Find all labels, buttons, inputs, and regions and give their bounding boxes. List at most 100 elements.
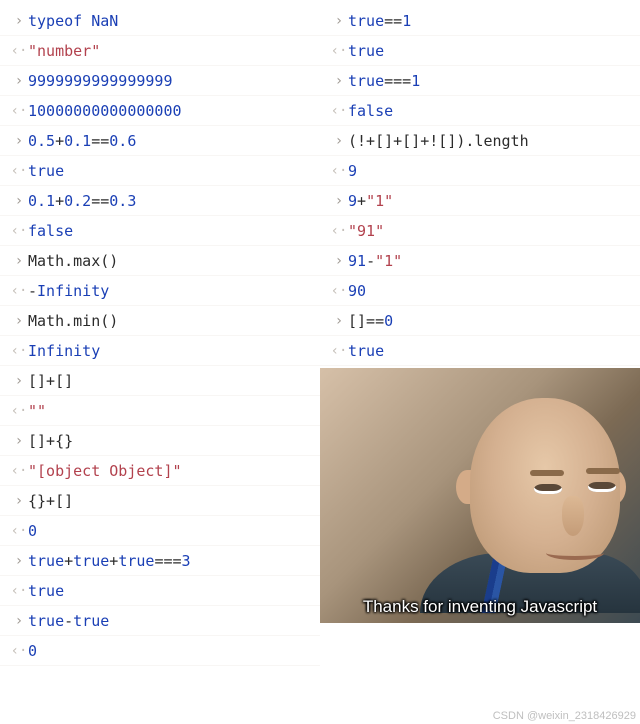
code-text: 9 [348,162,634,180]
chevron-right-icon: › [330,13,348,29]
console-input-row: ›[]==0 [320,306,640,336]
console-input-row: ›91-"1" [320,246,640,276]
chevron-left-icon: ‹· [330,343,348,359]
chevron-left-icon: ‹· [10,343,28,359]
chevron-left-icon: ‹· [10,283,28,299]
console-input-row: ›true===1 [320,66,640,96]
chevron-left-icon: ‹· [10,223,28,239]
code-text: true===1 [348,72,634,90]
console-output-row: ‹·"number" [0,36,320,66]
code-text: 10000000000000000 [28,102,314,120]
console-input-row: ›0.5+0.1==0.6 [0,126,320,156]
chevron-right-icon: › [330,253,348,269]
chevron-left-icon: ‹· [330,163,348,179]
chevron-left-icon: ‹· [10,403,28,419]
code-text: false [28,222,314,240]
console-output-row: ‹·10000000000000000 [0,96,320,126]
console-output-row: ‹·true [0,156,320,186]
code-text: []==0 [348,312,634,330]
code-text: Infinity [28,342,314,360]
console-left: ›typeof NaN‹·"number"›9999999999999999‹·… [0,6,320,666]
console-output-row: ‹·true [320,36,640,66]
chevron-right-icon: › [330,73,348,89]
console-right: ›true==1‹·true›true===1‹·false›(!+[]+[]+… [320,6,640,366]
chevron-right-icon: › [10,193,28,209]
code-text: 0 [28,522,314,540]
console-output-row: ‹·true [0,576,320,606]
console-input-row: ›9999999999999999 [0,66,320,96]
chevron-left-icon: ‹· [10,583,28,599]
console-input-row: ›Math.min() [0,306,320,336]
chevron-right-icon: › [10,133,28,149]
chevron-left-icon: ‹· [10,43,28,59]
console-input-row: ›(!+[]+[]+![]).length [320,126,640,156]
code-text: Math.min() [28,312,314,330]
console-output-row: ‹·0 [0,516,320,546]
meme-caption: Thanks for inventing Javascript [320,597,640,617]
code-text: 91-"1" [348,252,634,270]
code-text: {}+[] [28,492,314,510]
console-input-row: ›typeof NaN [0,6,320,36]
chevron-right-icon: › [10,253,28,269]
code-text: (!+[]+[]+![]).length [348,132,634,150]
code-text: "number" [28,42,314,60]
chevron-right-icon: › [10,313,28,329]
code-text: 0.1+0.2==0.3 [28,192,314,210]
chevron-right-icon: › [10,373,28,389]
watermark-text: CSDN @weixin_2318426929 [493,710,636,722]
chevron-right-icon: › [10,613,28,629]
code-text: Math.max() [28,252,314,270]
console-input-row: ›[]+[] [0,366,320,396]
console-output-row: ‹·Infinity [0,336,320,366]
console-output-row: ‹·"" [0,396,320,426]
chevron-right-icon: › [10,73,28,89]
code-text: 90 [348,282,634,300]
chevron-left-icon: ‹· [330,283,348,299]
console-output-row: ‹·9 [320,156,640,186]
code-text: []+{} [28,432,314,450]
code-text: true [28,582,314,600]
code-text: 0.5+0.1==0.6 [28,132,314,150]
meme-image: Thanks for inventing Javascript [320,368,640,623]
code-text: true [28,162,314,180]
code-text: "" [28,402,314,420]
console-output-row: ‹·"[object Object]" [0,456,320,486]
console-output-row: ‹·false [320,96,640,126]
chevron-left-icon: ‹· [330,43,348,59]
chevron-right-icon: › [10,553,28,569]
code-text: true-true [28,612,314,630]
chevron-left-icon: ‹· [330,223,348,239]
chevron-left-icon: ‹· [10,643,28,659]
code-text: true==1 [348,12,634,30]
code-text: "[object Object]" [28,462,314,480]
chevron-right-icon: › [10,433,28,449]
chevron-right-icon: › [10,493,28,509]
code-text: typeof NaN [28,12,314,30]
console-input-row: ›9+"1" [320,186,640,216]
console-input-row: ›{}+[] [0,486,320,516]
code-text: true [348,42,634,60]
code-text: true+true+true===3 [28,552,314,570]
chevron-left-icon: ‹· [10,163,28,179]
code-text: "91" [348,222,634,240]
console-output-row: ‹·false [0,216,320,246]
console-output-row: ‹·-Infinity [0,276,320,306]
code-text: []+[] [28,372,314,390]
console-input-row: ›true+true+true===3 [0,546,320,576]
chevron-right-icon: › [330,193,348,209]
code-text: 9+"1" [348,192,634,210]
chevron-left-icon: ‹· [10,523,28,539]
console-output-row: ‹·90 [320,276,640,306]
console-input-row: ›true-true [0,606,320,636]
chevron-right-icon: › [330,133,348,149]
code-text: true [348,342,634,360]
code-text: false [348,102,634,120]
code-text: -Infinity [28,282,314,300]
console-input-row: ›Math.max() [0,246,320,276]
chevron-left-icon: ‹· [10,103,28,119]
console-output-row: ‹·0 [0,636,320,666]
code-text: 9999999999999999 [28,72,314,90]
chevron-left-icon: ‹· [330,103,348,119]
chevron-right-icon: › [10,13,28,29]
console-input-row: ›[]+{} [0,426,320,456]
